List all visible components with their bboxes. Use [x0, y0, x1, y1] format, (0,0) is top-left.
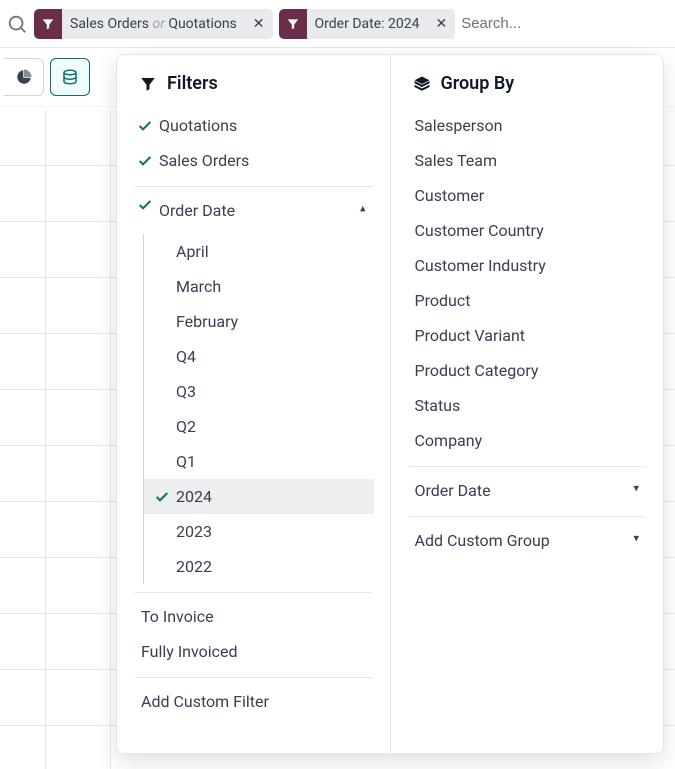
- filter-chip-order-date[interactable]: Order Date: 2024 ✕: [279, 9, 456, 39]
- filters-header: Filters: [117, 73, 390, 108]
- order-date-option-2024[interactable]: 2024: [144, 479, 374, 514]
- add-custom-filter[interactable]: Add Custom Filter: [133, 677, 374, 719]
- groupby-item-order-date[interactable]: Order Date ▾: [407, 466, 648, 508]
- view-pie-button[interactable]: [4, 58, 44, 96]
- groupby-title: Group By: [441, 73, 515, 94]
- search-input[interactable]: [461, 15, 669, 32]
- chevron-down-icon: ▾: [633, 481, 639, 494]
- groupby-item-product-category[interactable]: Product Category: [407, 353, 648, 388]
- view-data-button[interactable]: [50, 58, 90, 96]
- order-date-option-q2[interactable]: Q2: [144, 409, 374, 444]
- filter-item-order-date[interactable]: Order Date ▴: [133, 186, 374, 228]
- funnel-icon: [279, 9, 307, 39]
- order-date-option-2022[interactable]: 2022: [144, 549, 374, 584]
- groupby-item-company[interactable]: Company: [407, 423, 648, 458]
- check-icon: [137, 197, 153, 213]
- search-icon: [6, 13, 28, 35]
- filter-item-sales-orders[interactable]: Sales Orders: [133, 143, 374, 178]
- filter-item-fully-invoiced[interactable]: Fully Invoiced: [133, 634, 374, 669]
- filter-groupby-popover: Filters Quotations Sales Orders Order Da…: [116, 54, 664, 754]
- groupby-item-product-variant[interactable]: Product Variant: [407, 318, 648, 353]
- groupby-header: Group By: [391, 73, 664, 108]
- search-bar: Sales Orders or Quotations ✕ Order Date:…: [0, 0, 675, 48]
- groupby-item-customer-industry[interactable]: Customer Industry: [407, 248, 648, 283]
- chip-remove-icon[interactable]: ✕: [427, 16, 455, 32]
- check-icon: [137, 153, 153, 169]
- filters-panel: Filters Quotations Sales Orders Order Da…: [117, 55, 391, 753]
- order-date-option-february[interactable]: February: [144, 304, 374, 339]
- chip-label: Sales Orders or Quotations: [62, 16, 245, 32]
- order-date-submenu: April March February Q4 Q3 Q2 Q1 2024 20…: [143, 234, 374, 584]
- groupby-item-sales-team[interactable]: Sales Team: [407, 143, 648, 178]
- filters-title: Filters: [167, 73, 218, 94]
- chevron-up-icon: ▴: [360, 201, 366, 214]
- groupby-item-customer-country[interactable]: Customer Country: [407, 213, 648, 248]
- groupby-item-salesperson[interactable]: Salesperson: [407, 108, 648, 143]
- check-icon: [154, 489, 170, 505]
- order-date-option-q1[interactable]: Q1: [144, 444, 374, 479]
- filter-chip-sales-quotations[interactable]: Sales Orders or Quotations ✕: [34, 9, 273, 39]
- layers-icon: [413, 75, 431, 93]
- database-icon: [61, 68, 79, 86]
- chip-remove-icon[interactable]: ✕: [245, 16, 273, 32]
- add-custom-group[interactable]: Add Custom Group ▾: [407, 516, 648, 558]
- funnel-icon: [34, 9, 62, 39]
- order-date-option-q4[interactable]: Q4: [144, 339, 374, 374]
- funnel-icon: [139, 75, 157, 93]
- pie-chart-icon: [15, 68, 33, 86]
- groupby-item-product[interactable]: Product: [407, 283, 648, 318]
- order-date-option-q3[interactable]: Q3: [144, 374, 374, 409]
- order-date-option-april[interactable]: April: [144, 234, 374, 269]
- check-icon: [137, 118, 153, 134]
- groupby-panel: Group By Salesperson Sales Team Customer…: [391, 55, 664, 753]
- groupby-item-status[interactable]: Status: [407, 388, 648, 423]
- chip-label: Order Date: 2024: [307, 16, 428, 32]
- order-date-option-march[interactable]: March: [144, 269, 374, 304]
- chevron-down-icon: ▾: [633, 531, 639, 544]
- filter-item-to-invoice[interactable]: To Invoice: [133, 592, 374, 634]
- filter-item-quotations[interactable]: Quotations: [133, 108, 374, 143]
- groupby-item-customer[interactable]: Customer: [407, 178, 648, 213]
- order-date-option-2023[interactable]: 2023: [144, 514, 374, 549]
